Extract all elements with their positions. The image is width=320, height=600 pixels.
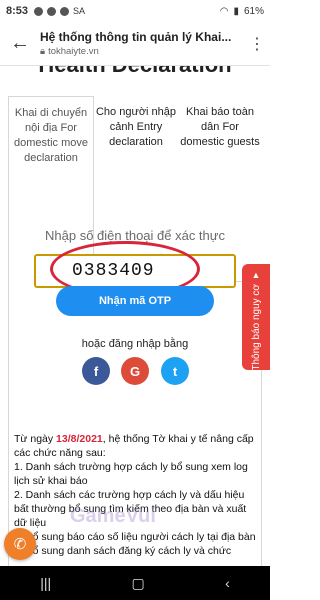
risk-notice-label: Thông báo nguy cơ bbox=[250, 284, 262, 371]
notice-date: 13/8/2021 bbox=[56, 433, 103, 445]
back-arrow-icon[interactable]: ← bbox=[0, 22, 40, 66]
page-url: tokhaiyte.vn bbox=[48, 46, 99, 57]
page-url-row: 🔒︎ tokhaiyte.vn bbox=[40, 46, 244, 57]
alt-login-label: hoặc đăng nhập bằng bbox=[81, 338, 189, 350]
status-right: ◠ ▮ 61% bbox=[220, 6, 264, 17]
browser-app-bar: ← Hệ thống thông tin quản lý Khai... 🔒︎ … bbox=[0, 22, 270, 66]
watermark-logo: GameVui bbox=[70, 505, 156, 527]
status-carrier: SA bbox=[73, 6, 86, 16]
get-otp-button[interactable]: Nhận mã OTP bbox=[56, 286, 214, 316]
page-content[interactable]: Health Declaration Khai di chuyển nội đị… bbox=[0, 66, 270, 566]
notice-item: 4. Bổ sung danh sách đăng ký cách ly và … bbox=[14, 545, 232, 557]
nav-back-icon[interactable]: ‹ bbox=[225, 575, 230, 591]
signal-icon: ▮ bbox=[233, 5, 239, 17]
lock-icon: 🔒︎ bbox=[40, 46, 46, 57]
chevron-up-icon: ▲ bbox=[251, 270, 261, 280]
nav-home-icon[interactable]: ▢ bbox=[132, 575, 145, 592]
notification-icon bbox=[47, 6, 57, 16]
phone-call-icon[interactable]: ✆ bbox=[4, 528, 36, 560]
system-nav-bar: ||| ▢ ‹ bbox=[0, 566, 270, 600]
notification-icon bbox=[34, 6, 44, 16]
status-time: 8:53 bbox=[6, 5, 29, 17]
battery-level: 61% bbox=[243, 5, 264, 17]
status-bar: 8:53 SA ◠ ▮ 61% bbox=[0, 0, 270, 22]
notice-prefix: Từ ngày bbox=[14, 433, 57, 445]
risk-notice-tab[interactable]: ▲ Thông báo nguy cơ bbox=[242, 264, 270, 371]
update-notice: Từ ngày 13/8/2021, hệ thống Tờ khai y tế… bbox=[14, 432, 258, 558]
google-login-icon[interactable]: G bbox=[121, 357, 149, 385]
page-title-block: Hệ thống thông tin quản lý Khai... 🔒︎ to… bbox=[40, 30, 244, 57]
page-heading: Health Declaration bbox=[0, 66, 270, 78]
twitter-login-icon[interactable]: t bbox=[161, 357, 189, 385]
wifi-icon: ◠ bbox=[219, 5, 229, 17]
page-title: Hệ thống thông tin quản lý Khai... bbox=[40, 30, 232, 44]
notice-item: 3. Bổ sung báo cáo số liệu người cách ly… bbox=[14, 531, 256, 543]
more-options-icon[interactable]: ⋮ bbox=[244, 22, 270, 66]
notification-icon bbox=[60, 6, 70, 16]
nav-recent-icon[interactable]: ||| bbox=[40, 575, 51, 591]
notice-item: 1. Danh sách trường hợp cách ly bổ sung … bbox=[14, 461, 248, 487]
notification-icons: SA bbox=[34, 6, 85, 16]
facebook-login-icon[interactable]: f bbox=[82, 357, 110, 385]
